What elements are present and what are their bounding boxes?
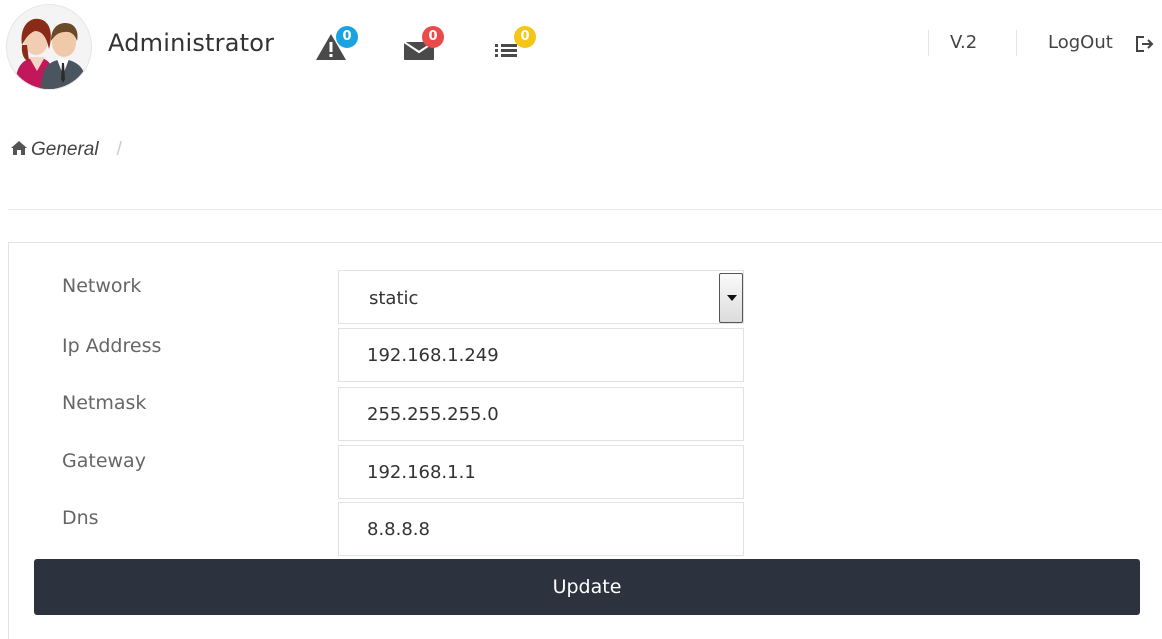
top-header: Administrator 0 0 0 V.2 LogOut — [0, 0, 1162, 92]
divider — [8, 209, 1162, 210]
logout-link[interactable]: LogOut — [1048, 32, 1113, 53]
netmask-input[interactable] — [338, 387, 744, 441]
header-divider — [1016, 30, 1017, 56]
header-divider — [928, 30, 929, 56]
messages-button[interactable]: 0 — [402, 22, 446, 66]
ip-address-label: Ip Address — [62, 335, 162, 357]
user-avatar[interactable] — [6, 4, 92, 90]
gateway-label: Gateway — [62, 450, 146, 472]
network-select[interactable]: static — [338, 270, 744, 324]
alerts-button[interactable]: 0 — [314, 22, 358, 66]
messages-count-badge: 0 — [422, 26, 444, 48]
breadcrumb-separator: / — [116, 139, 122, 160]
network-select-value: static — [369, 288, 419, 309]
home-icon[interactable] — [10, 140, 28, 156]
sign-out-icon[interactable] — [1134, 34, 1154, 54]
dropdown-arrow-icon[interactable] — [719, 273, 743, 323]
update-button[interactable]: Update — [34, 559, 1140, 615]
users-avatar-icon — [15, 18, 87, 89]
network-label: Network — [62, 275, 142, 297]
gateway-input[interactable] — [338, 445, 744, 499]
breadcrumb-general[interactable]: General — [31, 139, 99, 160]
netmask-label: Netmask — [62, 392, 147, 414]
alerts-count-badge: 0 — [336, 26, 358, 48]
dns-label: Dns — [62, 507, 99, 529]
ip-address-input[interactable] — [338, 328, 744, 382]
tasks-button[interactable]: 0 — [492, 22, 536, 66]
version-label: V.2 — [950, 32, 978, 53]
breadcrumb: General / — [10, 139, 122, 161]
username-label: Administrator — [108, 29, 275, 57]
dns-input[interactable] — [338, 502, 744, 556]
tasks-count-badge: 0 — [514, 26, 536, 48]
